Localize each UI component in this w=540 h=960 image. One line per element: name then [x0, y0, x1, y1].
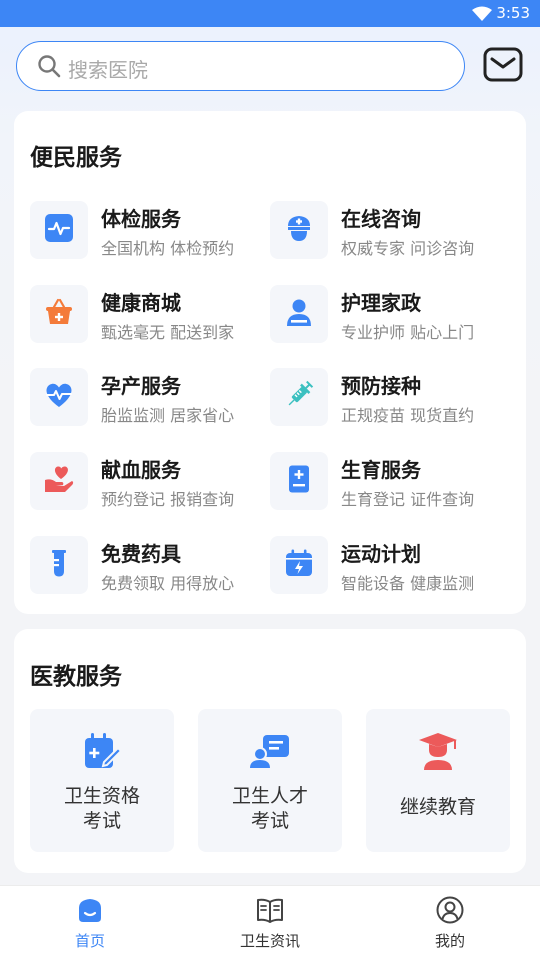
edu-label-line2: 考试 [82, 810, 121, 832]
service-desc: 全国机构 体检预约 [101, 239, 235, 258]
service-icon-box [270, 536, 328, 594]
service-name: 预防接种 [341, 374, 421, 398]
nurse-cap-icon [284, 213, 314, 247]
service-name: 献血服务 [101, 458, 181, 482]
service-name: 护理家政 [341, 291, 421, 315]
search-placeholder: 搜索医院 [68, 58, 148, 82]
service-icon-box [30, 452, 88, 510]
service-exercise-plan[interactable]: 运动计划 智能设备 健康监测 [270, 536, 506, 596]
wifi-icon [472, 6, 492, 26]
section-title: 医教服务 [30, 664, 122, 690]
convenience-services-card: 便民服务 体检服务 全国机构 体检预约 在线咨询 权威专家 问诊咨询 健康商城 … [14, 111, 526, 614]
service-name: 免费药具 [101, 542, 181, 566]
tab-home[interactable]: 首页 [30, 886, 150, 960]
service-desc: 胎监监测 居家省心 [101, 406, 235, 425]
tab-label: 我的 [434, 932, 465, 950]
edu-continuing-education[interactable]: 继续教育 [366, 709, 510, 852]
medical-book-icon [284, 464, 314, 498]
service-desc: 智能设备 健康监测 [341, 574, 475, 593]
bottom-tab-bar: 首页 卫生资讯 我的 [0, 885, 540, 960]
service-name: 运动计划 [341, 542, 421, 566]
tab-profile[interactable]: 我的 [390, 886, 510, 960]
service-name: 生育服务 [341, 458, 421, 482]
caregiver-icon [284, 297, 314, 331]
tab-health-news[interactable]: 卫生资讯 [210, 886, 330, 960]
search-input[interactable]: 搜索医院 [16, 41, 465, 91]
service-desc: 正规疫苗 现货直约 [341, 406, 475, 425]
status-bar: 3:53 [0, 0, 540, 27]
service-fertility[interactable]: 生育服务 生育登记 证件查询 [270, 452, 506, 512]
service-desc: 免费领取 用得放心 [101, 574, 235, 593]
graduation-cap-icon [417, 730, 459, 776]
calendar-bolt-icon [284, 548, 314, 582]
service-nursing-care[interactable]: 护理家政 专业护师 贴心上门 [270, 285, 506, 345]
service-name: 体检服务 [101, 207, 181, 231]
edu-label-line1: 卫生人才 [231, 785, 308, 807]
service-blood-donation[interactable]: 献血服务 预约登记 报销查询 [30, 452, 266, 512]
service-icon-box [270, 452, 328, 510]
medical-education-card: 医教服务 卫生资格 考试 卫生人才 考试 继续教育 [14, 629, 526, 873]
mail-icon [483, 47, 523, 88]
home-icon [76, 896, 104, 928]
service-icon-box [30, 285, 88, 343]
user-card-icon [249, 730, 291, 776]
service-icon-box [30, 201, 88, 259]
tab-label: 首页 [74, 932, 105, 950]
edu-label-line1: 卫生资格 [63, 785, 140, 807]
profile-icon [436, 896, 464, 928]
hand-heart-icon [43, 464, 75, 498]
test-tube-icon [44, 548, 74, 582]
edu-health-talent-exam[interactable]: 卫生人才 考试 [198, 709, 342, 852]
service-name: 孕产服务 [101, 374, 181, 398]
service-desc: 专业护师 贴心上门 [341, 323, 475, 342]
service-desc: 预约登记 报销查询 [101, 490, 235, 509]
syringe-icon [284, 380, 314, 414]
pulse-icon [44, 213, 74, 247]
tab-label: 卫生资讯 [239, 932, 300, 950]
shopping-basket-icon [44, 297, 74, 331]
service-icon-box [270, 285, 328, 343]
edu-health-qualification-exam[interactable]: 卫生资格 考试 [30, 709, 174, 852]
service-health-mall[interactable]: 健康商城 甄选毫无 配送到家 [30, 285, 266, 345]
edu-label-line2: 考试 [250, 810, 289, 832]
service-icon-box [30, 536, 88, 594]
service-physical-exam[interactable]: 体检服务 全国机构 体检预约 [30, 201, 266, 261]
service-icon-box [270, 201, 328, 259]
service-desc: 权威专家 问诊咨询 [341, 239, 475, 258]
section-title: 便民服务 [30, 145, 122, 171]
service-icon-box [270, 368, 328, 426]
message-button[interactable] [483, 46, 523, 84]
edu-label-line1: 继续教育 [399, 796, 476, 818]
service-name: 健康商城 [101, 291, 181, 315]
service-maternity[interactable]: 孕产服务 胎监监测 居家省心 [30, 368, 266, 428]
service-name: 在线咨询 [341, 207, 421, 231]
service-icon-box [30, 368, 88, 426]
book-icon [256, 896, 284, 928]
clock: 3:53 [496, 4, 530, 22]
edit-certificate-icon [81, 730, 123, 776]
service-vaccination[interactable]: 预防接种 正规疫苗 现货直约 [270, 368, 506, 428]
search-icon [37, 54, 61, 82]
service-desc: 生育登记 证件查询 [341, 490, 475, 509]
search-row: 搜索医院 [0, 40, 540, 94]
heartbeat-icon [43, 380, 75, 414]
service-online-consult[interactable]: 在线咨询 权威专家 问诊咨询 [270, 201, 506, 261]
service-free-medicine[interactable]: 免费药具 免费领取 用得放心 [30, 536, 266, 596]
service-desc: 甄选毫无 配送到家 [101, 323, 235, 342]
